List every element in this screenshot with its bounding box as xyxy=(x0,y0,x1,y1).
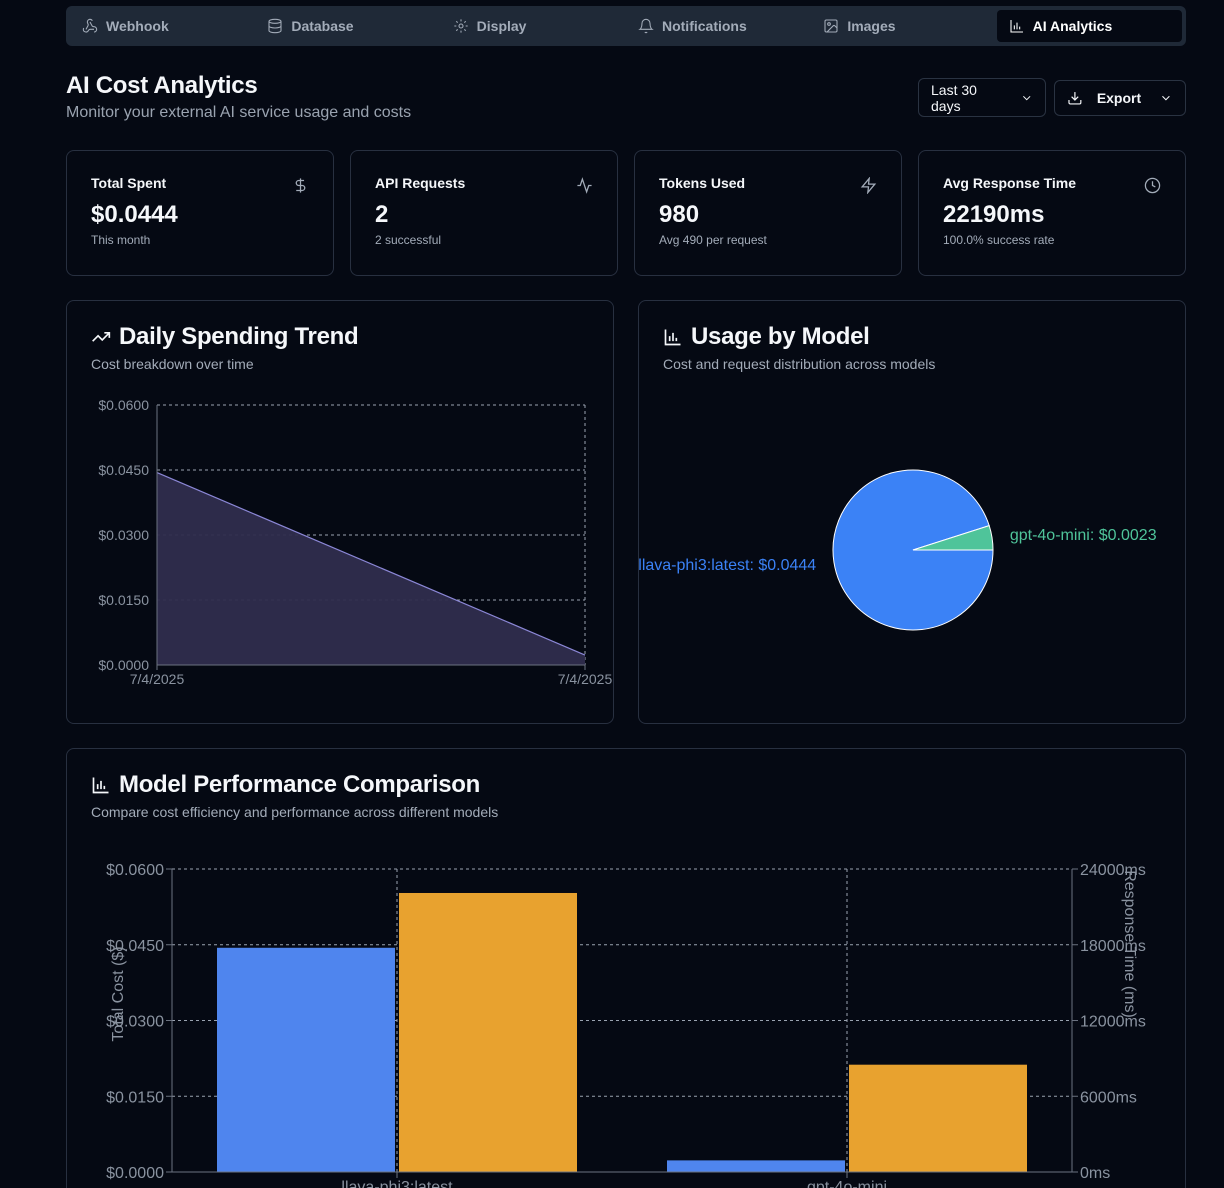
tab-images[interactable]: Images xyxy=(811,10,996,42)
dollar-icon xyxy=(295,178,306,193)
export-button[interactable]: Export xyxy=(1054,80,1186,116)
y-tick-label: $0.0600 xyxy=(98,397,149,413)
image-icon xyxy=(824,19,838,33)
x-tick-label: 7/4/2025 xyxy=(558,671,613,687)
stat-label: Tokens Used xyxy=(659,175,746,191)
y-tick-label: $0.0450 xyxy=(98,462,149,478)
date-range-label: Last 30 days xyxy=(931,81,977,114)
area-fill xyxy=(157,472,585,665)
download-icon xyxy=(1068,92,1082,105)
daily-spending-chart: $0.0000$0.0150$0.0300$0.0450$0.06007/4/2… xyxy=(98,397,613,687)
stat-value: 980 xyxy=(659,201,700,228)
y-tick-label-right: 0ms xyxy=(1080,1165,1110,1182)
activity-icon xyxy=(577,177,592,194)
pie-slice-label: llava-phi3:latest: $0.0444 xyxy=(639,557,816,574)
cost-bar xyxy=(217,947,395,1172)
stat-sub: This month xyxy=(91,233,151,247)
export-label: Export xyxy=(1096,90,1142,106)
database-icon xyxy=(268,18,282,34)
lightning-icon xyxy=(860,177,877,194)
tab-notifications[interactable]: Notifications xyxy=(626,10,811,42)
stat-label: API Requests xyxy=(375,175,466,191)
stat-card-avg-response-time: Avg Response Time 22190ms 100.0% success… xyxy=(918,150,1186,276)
model-performance-chart: $0.0000$0.0150$0.0300$0.0450$0.06000ms60… xyxy=(106,862,1146,1188)
y-tick-label: $0.0000 xyxy=(106,1165,164,1182)
stat-sub: 2 successful xyxy=(375,233,442,247)
tab-label: AI Analytics xyxy=(1032,18,1113,34)
stat-card-tokens-used: Tokens Used 980 Avg 490 per request xyxy=(634,150,902,276)
tab-label: Images xyxy=(847,18,896,34)
model-performance-card: Model Performance Comparison Compare cos… xyxy=(66,748,1186,1188)
y-tick-label: $0.0600 xyxy=(106,862,164,879)
settings-tab-bar: Webhook Database Display Notifications I… xyxy=(66,6,1186,46)
y-tick-label: $0.0300 xyxy=(98,527,149,543)
tab-label: Database xyxy=(291,18,354,34)
webhook-icon xyxy=(82,18,98,33)
x-tick-label: gpt-4o-mini xyxy=(807,1179,887,1188)
chevron-down-icon xyxy=(1022,95,1030,100)
chevron-down-icon xyxy=(1162,95,1170,101)
response-time-bar xyxy=(399,892,577,1172)
usage-pie-chart: llava-phi3:latest: $0.0444 gpt-4o-mini: $… xyxy=(639,469,1157,631)
y-tick-label-right: 6000ms xyxy=(1080,1089,1137,1106)
tab-database[interactable]: Database xyxy=(255,10,440,42)
bell-icon xyxy=(638,18,654,34)
tab-label: Notifications xyxy=(661,18,747,34)
y-tick-label: $0.0150 xyxy=(98,592,149,608)
stat-label: Avg Response Time xyxy=(943,175,1077,191)
page-title: AI Cost Analytics xyxy=(66,72,258,99)
page-subtitle: Monitor your external AI service usage a… xyxy=(66,104,412,121)
response-time-bar xyxy=(849,1064,1027,1172)
tab-display[interactable]: Display xyxy=(441,10,626,42)
pie-slice-label: gpt-4o-mini: $0.0023 xyxy=(1010,527,1157,544)
x-tick-label: llava-phi3:latest xyxy=(341,1179,453,1188)
tab-label: Display xyxy=(476,18,527,34)
tab-ai-analytics[interactable]: AI Analytics xyxy=(996,10,1182,42)
stat-sub: Avg 490 per request xyxy=(659,233,767,247)
stat-sub: 100.0% success rate xyxy=(943,233,1055,247)
tab-label: Webhook xyxy=(106,18,169,34)
tab-webhook[interactable]: Webhook xyxy=(70,10,255,42)
stat-value: 2 xyxy=(375,201,389,228)
daily-spending-trend-card: Daily Spending Trend Cost breakdown over… xyxy=(66,300,614,724)
x-tick-label: 7/4/2025 xyxy=(130,671,185,687)
date-range-select[interactable]: Last 30 days xyxy=(918,78,1046,117)
clock-icon xyxy=(1144,177,1161,194)
bar-chart-icon xyxy=(1010,20,1023,33)
usage-by-model-card: Usage by Model Cost and request distribu… xyxy=(638,300,1186,724)
y-tick-label: $0.0150 xyxy=(106,1089,164,1106)
y-axis-title: Total Cost ($) xyxy=(110,946,127,1041)
stat-card-api-requests: API Requests 2 2 successful xyxy=(350,150,618,276)
stat-card-total-spent: Total Spent $0.0444 This month xyxy=(66,150,334,276)
cost-bar xyxy=(667,1160,845,1172)
stat-value: 22190ms xyxy=(943,201,1045,228)
gear-icon xyxy=(453,19,468,33)
y-axis-title-right: Response Time (ms) xyxy=(1121,870,1138,1018)
stat-value: $0.0444 xyxy=(91,201,178,228)
stat-label: Total Spent xyxy=(91,175,167,191)
